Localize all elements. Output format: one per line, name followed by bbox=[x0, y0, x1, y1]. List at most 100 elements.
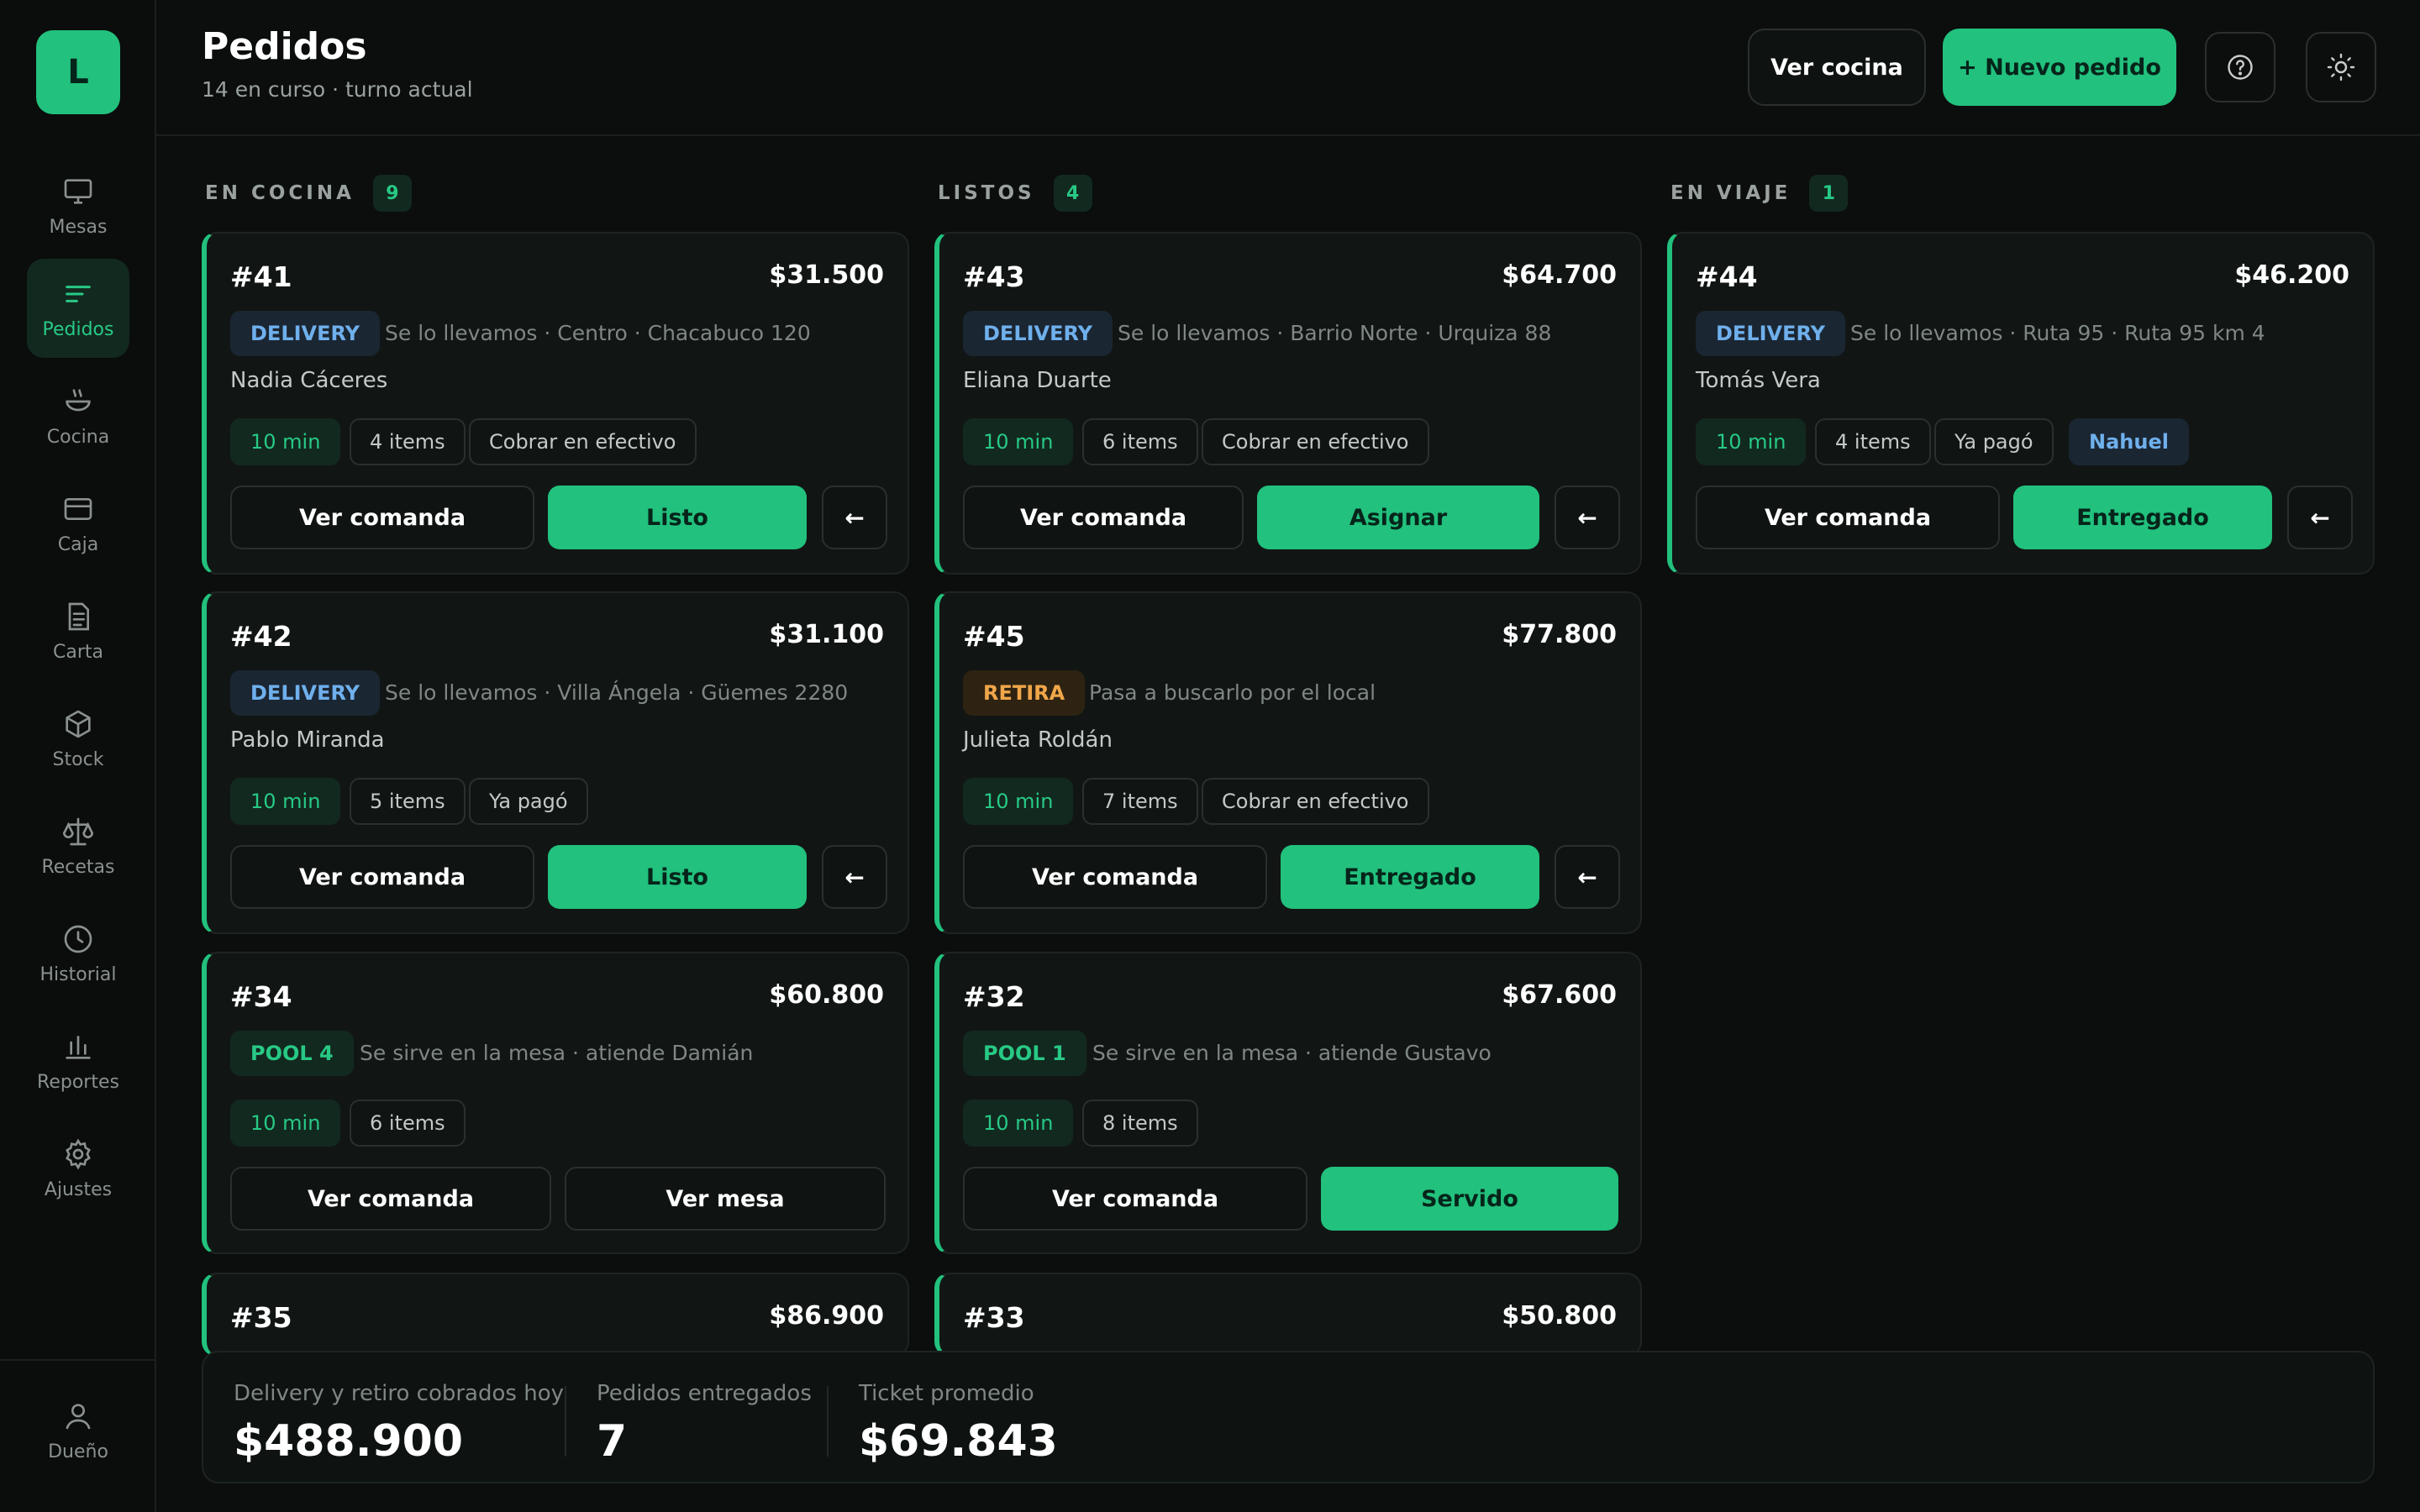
sidebar-item-caja[interactable]: Caja bbox=[27, 474, 129, 573]
ver-comanda-button[interactable]: Ver comanda bbox=[963, 486, 1244, 549]
time-chip: 10 min bbox=[963, 418, 1074, 465]
order-info: Pasa a buscarlo por el local bbox=[1089, 680, 1376, 705]
order-card-34[interactable]: #34 $60.800 POOL 4 Se sirve en la mesa ·… bbox=[202, 952, 909, 1254]
sidebar-item-carta[interactable]: Carta bbox=[27, 581, 129, 680]
client-name: Eliana Duarte bbox=[963, 368, 1112, 393]
order-total: $64.700 bbox=[1502, 260, 1617, 290]
time-chip: 10 min bbox=[1696, 418, 1807, 465]
back-arrow-button[interactable]: ← bbox=[1555, 845, 1620, 909]
payment-chip: Cobrar en efectivo bbox=[1202, 418, 1429, 465]
sidebar-item-label: Carta bbox=[53, 641, 103, 663]
document-icon bbox=[68, 602, 89, 630]
ver-comanda-button[interactable]: Ver comanda bbox=[230, 1167, 551, 1231]
ver-comanda-button[interactable]: Ver comanda bbox=[230, 845, 534, 909]
help-button[interactable] bbox=[2205, 32, 2275, 102]
sidebar-item-ajustes[interactable]: Ajustes bbox=[27, 1119, 129, 1218]
nuevo-pedido-button[interactable]: + Nuevo pedido bbox=[1943, 29, 2176, 106]
sidebar-item-label: Dueño bbox=[48, 1441, 108, 1462]
stat-label-cobrado: Delivery y retiro cobrados hoy bbox=[234, 1381, 564, 1406]
list-icon bbox=[66, 285, 91, 302]
bar-chart-icon bbox=[66, 1035, 91, 1059]
order-card-33[interactable]: #33 $50.800 bbox=[934, 1273, 1642, 1357]
scale-icon bbox=[62, 817, 94, 845]
sidebar-item-historial[interactable]: Historial bbox=[27, 904, 129, 1003]
order-number: #34 bbox=[230, 980, 292, 1013]
back-arrow-button[interactable]: ← bbox=[822, 486, 887, 549]
sidebar-item-label: Recetas bbox=[41, 856, 115, 878]
order-total: $50.800 bbox=[1502, 1301, 1617, 1331]
order-number: #32 bbox=[963, 980, 1025, 1013]
order-card-42[interactable]: #42 $31.100 DELIVERY Se lo llevamos · Vi… bbox=[202, 591, 909, 934]
column-count-badge: 9 bbox=[372, 175, 412, 212]
entregado-button[interactable]: Entregado bbox=[1281, 845, 1539, 909]
column-title: EN VIAJE bbox=[1670, 182, 1791, 204]
page-title: Pedidos bbox=[202, 25, 367, 68]
order-card-32[interactable]: #32 $67.600 POOL 1 Se sirve en la mesa ·… bbox=[934, 952, 1642, 1254]
ver-comanda-button[interactable]: Ver comanda bbox=[230, 486, 534, 549]
client-name: Nadia Cáceres bbox=[230, 368, 388, 393]
daily-summary-panel: Delivery y retiro cobrados hoy $488.900 … bbox=[202, 1351, 2375, 1483]
time-chip: 10 min bbox=[963, 1100, 1074, 1147]
time-chip: 10 min bbox=[230, 418, 341, 465]
back-arrow-button[interactable]: ← bbox=[1555, 486, 1620, 549]
order-type-badge: POOL 1 bbox=[963, 1031, 1086, 1076]
order-type-badge: RETIRA bbox=[963, 670, 1086, 716]
servido-button[interactable]: Servido bbox=[1321, 1167, 1618, 1231]
theme-toggle-button[interactable] bbox=[2306, 32, 2376, 102]
order-number: #33 bbox=[963, 1301, 1025, 1334]
back-arrow-button[interactable]: ← bbox=[822, 845, 887, 909]
items-chip: 6 items bbox=[350, 1100, 466, 1147]
sidebar-item-user[interactable]: Dueño bbox=[27, 1384, 129, 1477]
order-card-45[interactable]: #45 $77.800 RETIRA Pasa a buscarlo por e… bbox=[934, 591, 1642, 934]
sidebar-item-label: Reportes bbox=[37, 1071, 119, 1093]
order-card-35[interactable]: #35 $86.900 bbox=[202, 1273, 909, 1357]
sidebar-item-recetas[interactable]: Recetas bbox=[27, 796, 129, 895]
order-number: #43 bbox=[963, 260, 1025, 293]
page-subtitle: 14 en curso · turno actual bbox=[202, 77, 473, 102]
sidebar-divider bbox=[0, 1359, 156, 1361]
sidebar-item-pedidos[interactable]: Pedidos bbox=[27, 259, 129, 358]
entregado-button[interactable]: Entregado bbox=[2013, 486, 2272, 549]
stat-value-ticket: $69.843 bbox=[859, 1416, 1058, 1467]
items-chip: 8 items bbox=[1082, 1100, 1198, 1147]
stat-label-ticket: Ticket promedio bbox=[859, 1381, 1034, 1406]
stat-divider bbox=[565, 1386, 566, 1457]
order-info: Se lo llevamos · Barrio Norte · Urquiza … bbox=[1118, 321, 1552, 345]
ver-comanda-button[interactable]: Ver comanda bbox=[963, 1167, 1307, 1231]
client-name: Tomás Vera bbox=[1696, 368, 1821, 393]
order-info: Se sirve en la mesa · atiende Gustavo bbox=[1092, 1041, 1491, 1065]
payment-chip: Cobrar en efectivo bbox=[469, 418, 697, 465]
client-name: Julieta Roldán bbox=[963, 727, 1113, 753]
sidebar-item-label: Stock bbox=[52, 748, 104, 770]
order-number: #35 bbox=[230, 1301, 292, 1334]
sidebar-item-stock[interactable]: Stock bbox=[27, 689, 129, 788]
ver-comanda-button[interactable]: Ver comanda bbox=[1696, 486, 2000, 549]
app-logo[interactable]: L bbox=[36, 30, 120, 114]
sidebar-item-cocina[interactable]: Cocina bbox=[27, 366, 129, 465]
ver-cocina-button[interactable]: Ver cocina bbox=[1748, 29, 1926, 106]
listo-button[interactable]: Listo bbox=[548, 486, 807, 549]
sidebar-item-mesas[interactable]: Mesas bbox=[27, 156, 129, 255]
asignar-button[interactable]: Asignar bbox=[1257, 486, 1539, 549]
order-card-44[interactable]: #44 $46.200 DELIVERY Se lo llevamos · Ru… bbox=[1667, 232, 2375, 575]
stat-value-entregados: 7 bbox=[597, 1416, 628, 1467]
order-total: $46.200 bbox=[2234, 260, 2349, 290]
items-chip: 6 items bbox=[1082, 418, 1198, 465]
order-total: $77.800 bbox=[1502, 620, 1617, 649]
ver-comanda-button[interactable]: Ver comanda bbox=[963, 845, 1267, 909]
back-arrow-button[interactable]: ← bbox=[2287, 486, 2353, 549]
listo-button[interactable]: Listo bbox=[548, 845, 807, 909]
items-chip: 7 items bbox=[1082, 778, 1198, 825]
order-number: #42 bbox=[230, 620, 292, 653]
order-card-41[interactable]: #41 $31.500 DELIVERY Se lo llevamos · Ce… bbox=[202, 232, 909, 575]
order-info: Se lo llevamos · Centro · Chacabuco 120 bbox=[385, 321, 811, 345]
order-card-43[interactable]: #43 $64.700 DELIVERY Se lo llevamos · Ba… bbox=[934, 232, 1642, 575]
time-chip: 10 min bbox=[230, 1100, 341, 1147]
order-info: Se lo llevamos · Ruta 95 · Ruta 95 km 4 bbox=[1850, 321, 2265, 345]
sidebar-item-reportes[interactable]: Reportes bbox=[27, 1011, 129, 1110]
credit-card-icon bbox=[64, 497, 92, 520]
column-count-badge: 4 bbox=[1053, 175, 1092, 212]
sidebar-item-label: Ajustes bbox=[44, 1179, 113, 1200]
ver-mesa-button[interactable]: Ver mesa bbox=[565, 1167, 886, 1231]
stat-value-cobrado: $488.900 bbox=[234, 1416, 464, 1467]
